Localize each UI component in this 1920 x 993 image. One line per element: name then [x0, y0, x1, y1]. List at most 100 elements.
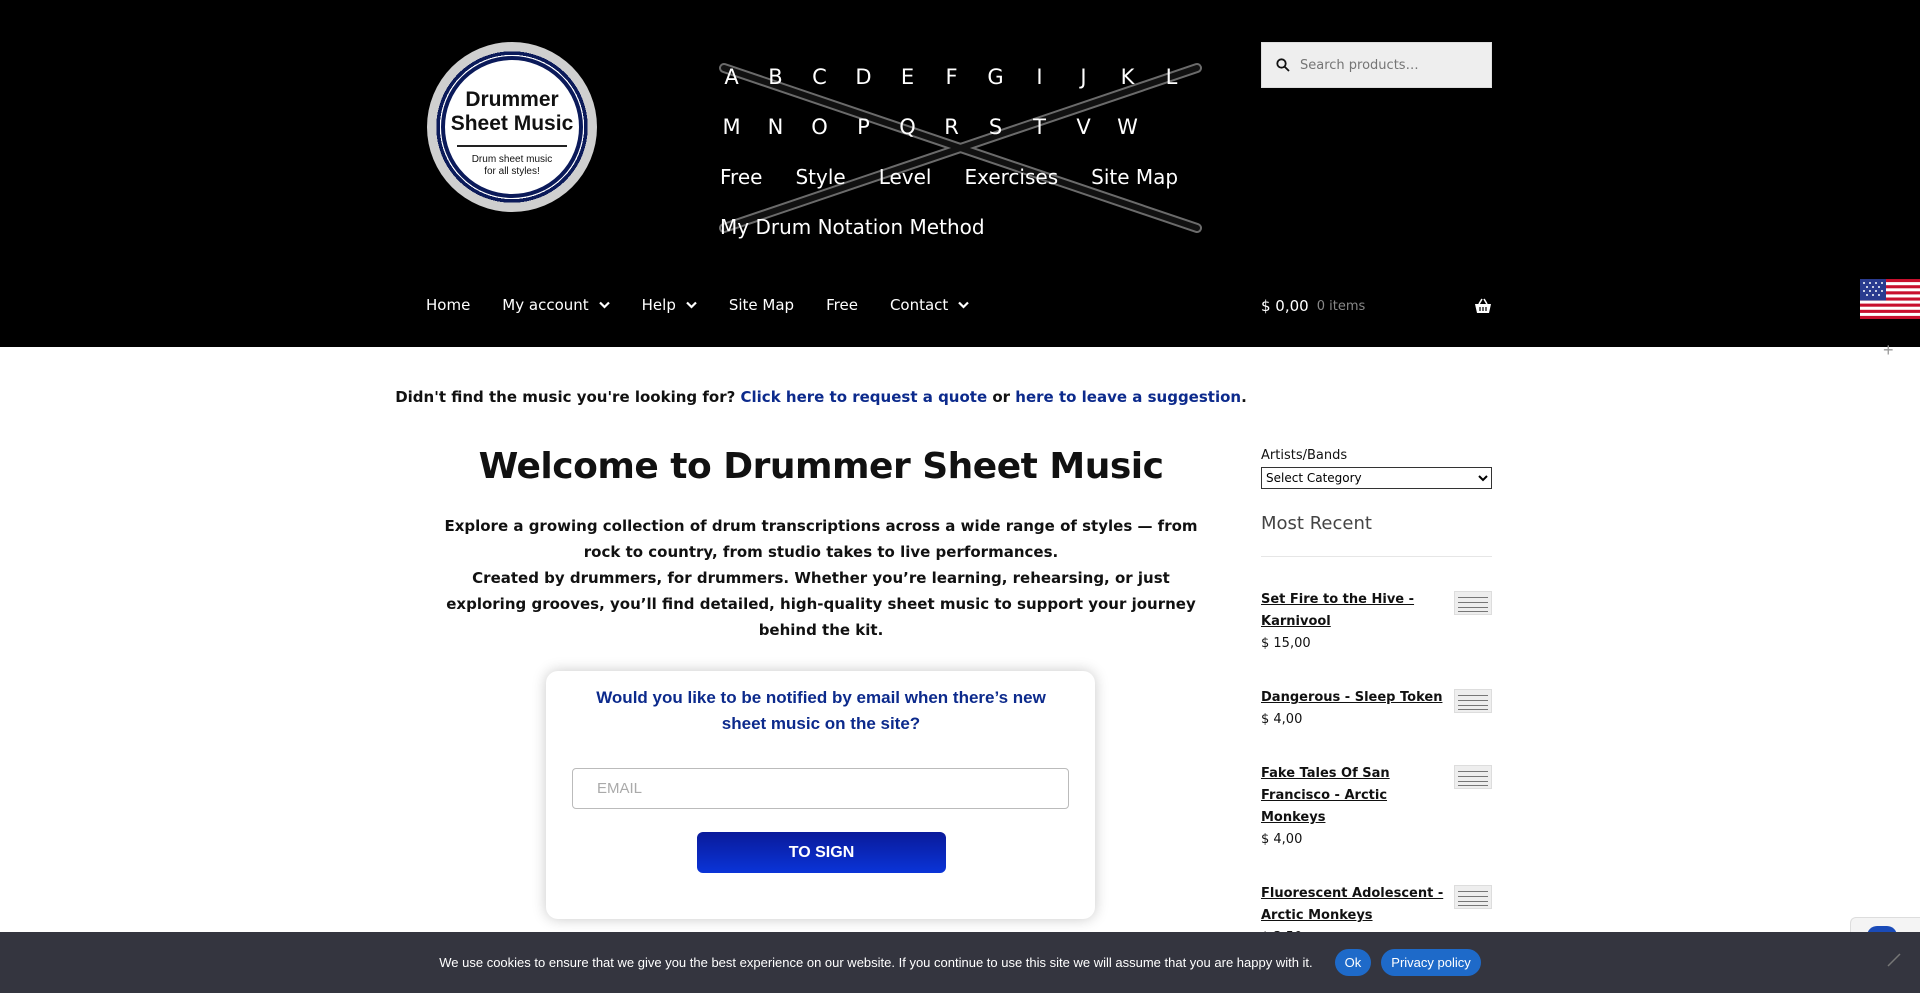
logo-tagline-line2: for all styles!: [484, 166, 540, 177]
product-thumbnail[interactable]: [1454, 689, 1492, 713]
category-links: Free Style Level Exercises Site Map: [720, 152, 1220, 202]
email-signup-card: Would you like to be notified by email w…: [546, 671, 1095, 919]
letter-link[interactable]: C: [808, 65, 831, 89]
alphabet-navigation: ABCDEFGIJKL MNOPQRSTVW Free Style Level Exe…: [720, 52, 1220, 252]
cookie-message: We use cookies to ensure that we give yo…: [439, 955, 1313, 970]
category-link[interactable]: Style: [795, 165, 845, 189]
logo-title: Drummer Sheet Music: [427, 88, 597, 136]
intro-paragraph-1: Explore a growing collection of drum tra…: [444, 517, 1198, 561]
sign-up-button[interactable]: TO SIGN: [697, 832, 946, 873]
list-item: Fake Tales Of San Francisco - Arctic Mon…: [1261, 763, 1492, 851]
letter-link[interactable]: B: [764, 65, 787, 89]
most-recent-heading: Most Recent: [1261, 513, 1372, 534]
method-link[interactable]: My Drum Notation Method: [720, 215, 985, 239]
recent-products-list: Set Fire to the Hive - Karnivool $ 15,00 D…: [1261, 589, 1492, 949]
product-price: $ 4,00: [1261, 832, 1303, 847]
menu-item[interactable]: Site Map: [729, 296, 794, 314]
email-field[interactable]: [572, 768, 1069, 809]
signup-question: Would you like to be notified by email w…: [596, 688, 1046, 733]
logo-title-line1: Drummer: [465, 88, 559, 111]
site-logo[interactable]: Drummer Sheet Music Drum sheet music for…: [427, 42, 597, 212]
menu-item[interactable]: My account: [502, 296, 610, 314]
menu-item[interactable]: Help: [642, 296, 697, 314]
menu-item-label: Site Map: [728, 296, 795, 314]
product-search[interactable]: [1261, 42, 1492, 88]
letter-link[interactable]: A: [720, 65, 743, 89]
letter-link[interactable]: W: [1116, 115, 1139, 139]
menu-item-label: Free: [826, 296, 858, 314]
menu-item-label: My account: [502, 296, 589, 314]
request-notice: Didn't find the music you're looking for…: [0, 388, 1642, 406]
chevron-down-icon[interactable]: [958, 301, 970, 309]
letter-link[interactable]: L: [1160, 65, 1183, 89]
page-title: Welcome to Drummer Sheet Music: [478, 446, 1164, 487]
privacy-policy-button[interactable]: Privacy policy: [1381, 949, 1481, 976]
letter-link[interactable]: G: [984, 65, 1007, 89]
leave-suggestion-link[interactable]: here to leave a suggestion: [1015, 388, 1241, 406]
letter-link[interactable]: T: [1028, 115, 1051, 139]
product-link[interactable]: Dangerous - Sleep Token: [1261, 687, 1451, 709]
intro-paragraph-2: Created by drummers, for drummers. Wheth…: [446, 569, 1196, 639]
us-flag-icon[interactable]: [1860, 279, 1920, 319]
letter-link[interactable]: F: [940, 65, 963, 89]
letter-link[interactable]: E: [896, 65, 919, 89]
logo-drumstick-icon: [457, 145, 567, 147]
letter-link[interactable]: R: [940, 115, 963, 139]
menu-item[interactable]: Contact: [889, 296, 970, 314]
cart-item-count: 0 items: [1316, 298, 1366, 314]
product-thumbnail[interactable]: [1454, 765, 1492, 789]
plus-icon[interactable]: +: [1883, 340, 1894, 361]
product-thumbnail[interactable]: [1454, 885, 1492, 909]
category-link[interactable]: Exercises: [964, 165, 1058, 189]
list-item: Set Fire to the Hive - Karnivool $ 15,00: [1261, 589, 1492, 655]
letter-link[interactable]: N: [764, 115, 787, 139]
menu-item[interactable]: Free: [826, 296, 858, 314]
letter-link[interactable]: S: [984, 115, 1007, 139]
chevron-down-icon[interactable]: [686, 301, 697, 309]
category-link[interactable]: Level: [879, 165, 932, 189]
product-thumbnail[interactable]: [1454, 591, 1492, 615]
product-price: $ 15,00: [1261, 636, 1311, 651]
notice-suffix: .: [1241, 388, 1247, 406]
letter-link[interactable]: K: [1116, 65, 1139, 89]
notice-text: Didn't find the music you're looking for…: [395, 388, 741, 406]
logo-title-line2: Sheet Music: [450, 112, 574, 135]
letter-link[interactable]: Q: [896, 115, 919, 139]
letter-link[interactable]: M: [720, 115, 743, 139]
artists-category-select[interactable]: Select Category: [1261, 467, 1492, 489]
pencil-icon[interactable]: [1886, 952, 1902, 968]
search-input[interactable]: [1300, 57, 1480, 73]
category-link[interactable]: Free: [720, 165, 762, 189]
basket-icon[interactable]: [1474, 298, 1492, 314]
category-link[interactable]: Site Map: [1091, 165, 1178, 189]
letter-link[interactable]: V: [1072, 115, 1095, 139]
notice-connector: or: [987, 388, 1016, 406]
letter-link[interactable]: O: [808, 115, 831, 139]
letter-link[interactable]: J: [1072, 65, 1095, 89]
letter-link[interactable]: D: [852, 65, 875, 89]
product-link[interactable]: Fluorescent Adolescent - Arctic Monkeys: [1261, 883, 1451, 927]
product-link[interactable]: Set Fire to the Hive - Karnivool: [1261, 589, 1451, 633]
intro-text: Explore a growing collection of drum tra…: [435, 513, 1207, 643]
method-row: My Drum Notation Method: [720, 202, 1220, 252]
site-header: Drummer Sheet Music Drum sheet music for…: [0, 0, 1920, 347]
cookie-ok-button[interactable]: Ok: [1334, 949, 1372, 976]
cart-total: $ 0,00: [1261, 297, 1309, 315]
sidebar-divider: [1261, 556, 1492, 557]
letters-row-1: ABCDEFGIJKL: [720, 52, 1220, 102]
menu-item[interactable]: Home: [426, 296, 470, 314]
request-quote-link[interactable]: Click here to request a quote: [741, 388, 988, 406]
logo-tagline-line1: Drum sheet music: [471, 154, 553, 165]
chevron-down-icon[interactable]: [598, 301, 610, 309]
menu-item-label: Contact: [889, 296, 949, 314]
letters-row-2: MNOPQRSTVW: [720, 102, 1220, 152]
logo-tagline: Drum sheet music for all styles!: [427, 154, 597, 178]
cart-summary[interactable]: $ 0,00 0 items: [1261, 297, 1492, 315]
letter-link[interactable]: P: [852, 115, 875, 139]
primary-menu: Home My account Help Site Map Free Contact: [426, 296, 1001, 314]
cookie-bar: We use cookies to ensure that we give yo…: [0, 932, 1920, 993]
artists-label: Artists/Bands: [1261, 448, 1348, 463]
letter-link[interactable]: I: [1028, 65, 1051, 89]
product-link[interactable]: Fake Tales Of San Francisco - Arctic Mon…: [1261, 763, 1451, 829]
menu-item-label: Home: [426, 296, 471, 314]
